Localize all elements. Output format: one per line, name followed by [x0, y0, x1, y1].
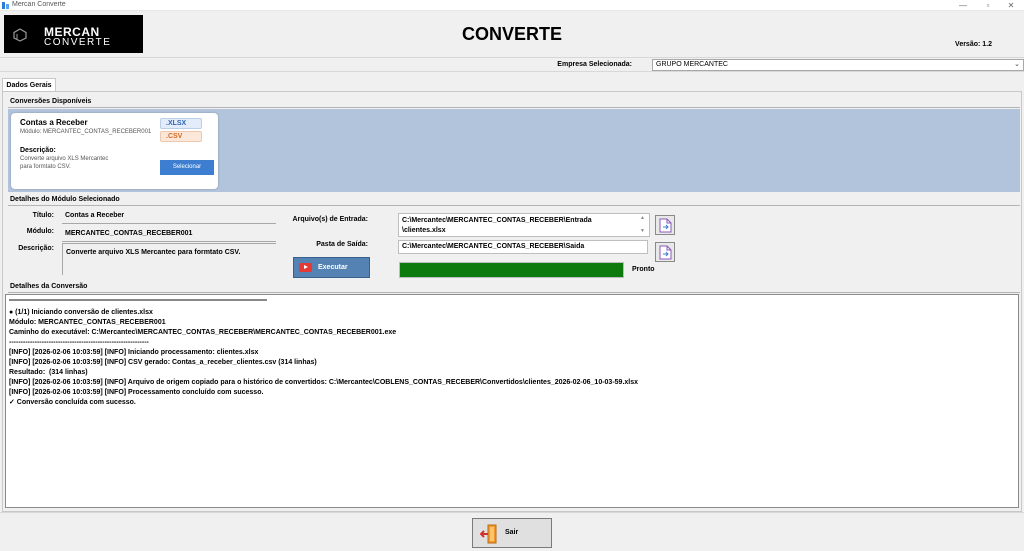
log-progress-line	[9, 299, 267, 301]
card-desc-text: Converte arquivo XLS Mercantec para form…	[20, 156, 109, 170]
log-lines: ● (1/1) Iniciando conversão de clientes.…	[9, 308, 1015, 408]
output-folder-label: Pasta de Saída:	[316, 241, 368, 248]
file-browse-icon	[659, 218, 672, 233]
format-badge-csv: .CSV	[160, 131, 202, 142]
input-files-value-line1: C:\Mercantec\MERCANTEC_CONTAS_RECEBER\En…	[402, 217, 592, 224]
input-files-value-line2: \clientes.xlsx	[402, 227, 446, 234]
module-label: Módulo:	[26, 228, 54, 235]
input-files-label: Arquivo(s) de Entrada:	[292, 216, 368, 223]
section-divider	[8, 205, 1020, 206]
scroll-up-icon[interactable]: ▲	[640, 215, 645, 221]
window-titlebar: Mercan Converte — ▫ ✕	[0, 0, 1024, 11]
chevron-down-icon: ⌄	[1014, 61, 1020, 68]
company-label: Empresa Selecionada:	[557, 61, 632, 68]
close-button[interactable]: ✕	[998, 0, 1024, 11]
browse-output-button[interactable]	[655, 242, 675, 262]
log-line: Resultado: (314 linhas)	[9, 369, 88, 376]
description-label: Descrição:	[18, 245, 54, 252]
log-line: Módulo: MERCANTEC_CONTAS_RECEBER001	[9, 319, 166, 326]
company-bar: Empresa Selecionada: GRUPO MERCANTEC ⌄	[0, 57, 1024, 72]
app-icon	[2, 2, 9, 9]
exit-button-label: Sair	[505, 529, 519, 536]
module-details-section-label: Detalhes do Módulo Selecionado	[10, 196, 120, 203]
title-label: Título:	[32, 212, 54, 219]
browse-input-button[interactable]	[655, 215, 675, 235]
exit-button[interactable]: Sair	[472, 518, 552, 548]
conversions-section-label: Conversões Disponíveis	[10, 98, 92, 105]
log-line: [INFO] [2026-02-06 10:03:59] [INFO] CSV …	[9, 359, 317, 366]
log-line: ● (1/1) Iniciando conversão de clientes.…	[9, 309, 153, 316]
execute-button-label: Executar	[318, 264, 348, 271]
log-line: ✓ Conversão concluída com sucesso.	[9, 399, 136, 406]
scroll-down-icon[interactable]: ▼	[640, 228, 645, 234]
tab-dados-gerais[interactable]: Dados Gerais	[2, 78, 56, 92]
section-divider	[8, 107, 1020, 108]
status-label: Pronto	[632, 266, 655, 273]
log-line: ----------------------------------------…	[9, 339, 149, 346]
module-value: MERCANTEC_CONTAS_RECEBER001	[62, 230, 276, 242]
section-divider	[8, 292, 1020, 293]
execute-button[interactable]: Executar	[293, 257, 370, 278]
conversion-log-section-label: Detalhes da Conversão	[10, 283, 88, 290]
page-title: CONVERTE	[461, 24, 562, 44]
log-line: [INFO] [2026-02-06 10:03:59] [INFO] Inic…	[9, 349, 259, 356]
format-badge-xlsx: .XLSX	[160, 118, 202, 129]
progress-fill	[400, 263, 623, 277]
description-value: Converte arquivo XLS Mercantec para form…	[62, 243, 276, 275]
card-module: Módulo: MERCANTEC_CONTAS_RECEBER001	[20, 129, 152, 135]
output-folder-field[interactable]: C:\Mercantec\MERCANTEC_CONTAS_RECEBER\Sa…	[398, 240, 648, 254]
select-button[interactable]: Selecionar	[160, 160, 214, 175]
exit-door-icon	[480, 524, 497, 544]
app-header: MERCAN CONVERTE CONVERTE Versão: 1.2	[0, 11, 1024, 57]
minimize-button[interactable]: —	[950, 0, 976, 11]
play-icon	[299, 263, 312, 272]
conversion-log[interactable]: ● (1/1) Iniciando conversão de clientes.…	[5, 294, 1019, 508]
progress-bar	[399, 262, 624, 278]
window-title: Mercan Converte	[12, 1, 66, 8]
conversion-card[interactable]: Contas a Receber Módulo: MERCANTEC_CONTA…	[11, 113, 218, 189]
log-line: Caminho do executável: C:\Mercantec\MERC…	[9, 329, 397, 336]
input-files-field[interactable]: C:\Mercantec\MERCANTEC_CONTAS_RECEBER\En…	[398, 213, 650, 237]
folder-browse-icon	[659, 245, 672, 260]
card-desc-label: Descrição:	[20, 147, 56, 154]
title-value: Contas a Receber	[62, 212, 276, 224]
company-select-value: GRUPO MERCANTEC	[656, 61, 728, 68]
log-line: [INFO] [2026-02-06 10:03:59] [INFO] Arqu…	[9, 379, 639, 386]
version-label: Versão: 1.2	[955, 41, 992, 48]
company-select[interactable]: GRUPO MERCANTEC ⌄	[652, 59, 1024, 71]
log-line: [INFO] [2026-02-06 10:03:59] [INFO] Proc…	[9, 389, 264, 396]
card-name: Contas a Receber	[20, 118, 88, 127]
